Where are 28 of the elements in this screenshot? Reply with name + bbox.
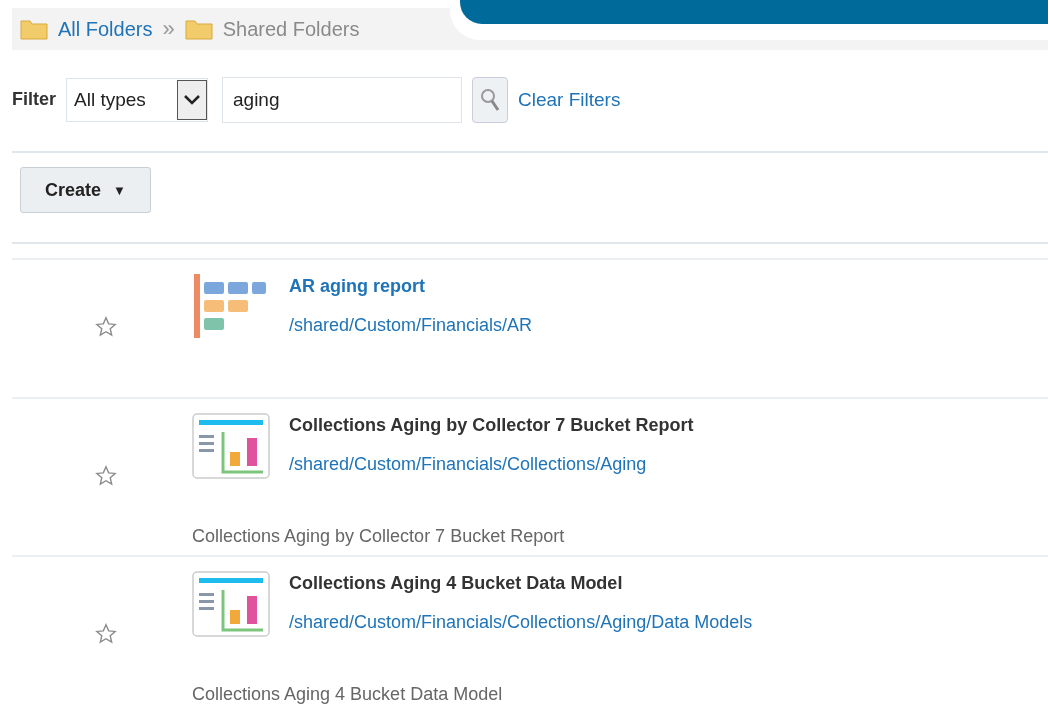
breadcrumb-link[interactable]: All Folders [58, 17, 153, 41]
search-icon [479, 86, 501, 113]
chart-document-icon [192, 413, 270, 479]
item-title[interactable]: Collections Aging by Collector 7 Bucket Report [289, 415, 1048, 436]
item-title[interactable]: AR aging report [289, 276, 1048, 298]
breadcrumb-separator: » [162, 16, 175, 42]
breadcrumb-link[interactable]: Shared Folders [222, 17, 360, 41]
search-field[interactable]: aging [222, 76, 462, 123]
item-title[interactable]: Collections Aging 4 Bucket Data Model [289, 572, 1048, 594]
filter-label: Filter [12, 89, 56, 111]
item-description: Collections Aging by Collector 7 Bucket Report [192, 526, 566, 549]
item-path-link[interactable]: /shared/Custom/Financials/Collections/Aging [289, 454, 1048, 475]
folder-icon [184, 18, 213, 40]
item-description: Collections Aging 4 Bucket Data Model [192, 683, 504, 706]
type-dropdown[interactable]: All types [66, 77, 208, 122]
favorite-star-icon[interactable] [95, 465, 117, 487]
favorite-star-icon[interactable] [95, 622, 117, 645]
search-button[interactable] [472, 76, 508, 123]
item-path-link[interactable]: /shared/Custom/Financials/AR [289, 315, 1048, 337]
caret-icon: ▼ [113, 182, 126, 198]
clear-filters-link[interactable]: Clear Filters [518, 88, 621, 111]
chevron-down-icon [183, 93, 201, 106]
report-icon [192, 274, 266, 341]
folder-icon [20, 18, 48, 40]
item-path-link[interactable]: /shared/Custom/Financials/Collections/Aging/Data Models [289, 611, 1048, 633]
chart-document-icon [192, 570, 270, 637]
favorite-star-icon[interactable] [95, 316, 117, 339]
create-button[interactable]: Create ▼ [20, 167, 151, 214]
